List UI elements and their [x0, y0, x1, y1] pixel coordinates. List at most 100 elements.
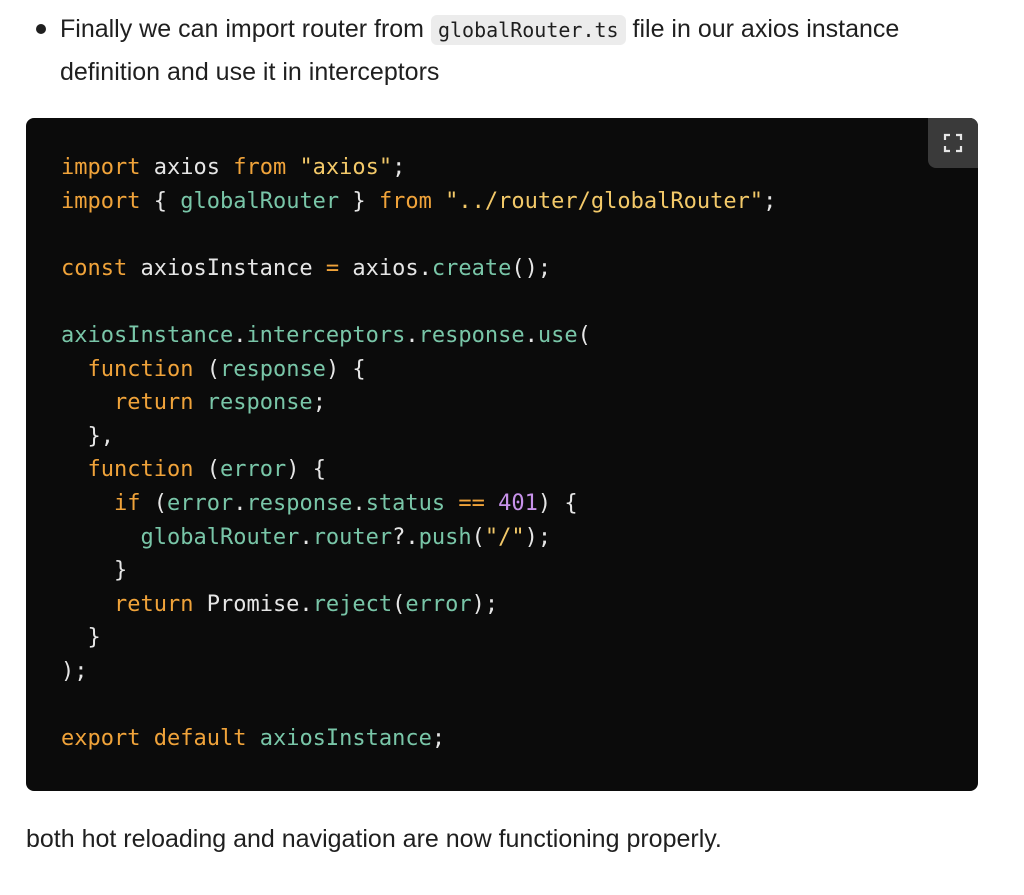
- code-token: function: [87, 457, 194, 483]
- code-line: if (error.response.status == 401) {: [61, 487, 776, 521]
- code-token: (: [392, 591, 406, 617]
- code-token: }: [61, 625, 101, 651]
- code-token: status: [365, 490, 446, 516]
- code-token: }: [339, 188, 379, 214]
- code-line: return Promise.reject(error);: [61, 588, 776, 622]
- code-token: axiosInstance: [61, 322, 234, 348]
- expand-button[interactable]: [928, 118, 978, 168]
- code-token: error: [219, 457, 287, 483]
- code-token: Promise.: [193, 591, 313, 617]
- code-token: globalRouter: [180, 188, 340, 214]
- bullet-text-before: Finally we can import router from: [60, 15, 431, 43]
- code-token: .: [233, 490, 247, 516]
- code-token: from: [378, 188, 432, 214]
- code-token: return: [113, 390, 194, 416]
- code-token: .: [299, 524, 313, 550]
- inline-code: globalRouter.ts: [430, 15, 626, 45]
- code-line: },: [61, 420, 776, 454]
- bullet-text: Finally we can import router from global…: [60, 8, 936, 93]
- code-token: (: [140, 490, 167, 516]
- code-token: ) {: [325, 356, 366, 382]
- code-token: ;: [392, 155, 406, 180]
- code-token: router: [312, 524, 393, 550]
- code-line: function (error) {: [61, 453, 776, 487]
- code-block: import axios from "axios"; import { globa…: [26, 118, 978, 791]
- code-token: .: [405, 322, 419, 348]
- bullet-list-item: Finally we can import router from global…: [36, 8, 936, 93]
- code-token: axios.: [339, 255, 432, 281]
- code-token: ;: [763, 188, 777, 214]
- code-token: export: [61, 726, 141, 752]
- code-line: axiosInstance.interceptors.response.use(: [61, 319, 776, 353]
- code-token: response: [418, 322, 525, 348]
- code-line: }: [61, 621, 776, 655]
- bullet-icon: [36, 24, 46, 34]
- code-token: }: [61, 558, 128, 584]
- code-line: import { globalRouter } from "../router/…: [61, 185, 776, 219]
- code-token: ;: [312, 390, 326, 416]
- code-line: const axiosInstance = axios.create();: [61, 252, 776, 286]
- code-token: response: [246, 490, 353, 516]
- code-token: (: [471, 524, 485, 550]
- code-token: interceptors: [246, 322, 406, 348]
- code-token: ==: [458, 490, 485, 516]
- code-token: "/": [484, 524, 525, 550]
- code-token: .: [524, 322, 538, 348]
- code-token: (: [193, 457, 220, 483]
- code-token: error: [166, 490, 234, 516]
- code-token: "axios": [299, 155, 393, 180]
- code-token: default: [153, 726, 247, 752]
- code-token: (: [193, 356, 220, 382]
- code-line: function (response) {: [61, 353, 776, 387]
- code-token: ) {: [537, 490, 578, 516]
- code-token: if: [113, 490, 141, 516]
- code-content: import axios from "axios"; import { globa…: [61, 151, 776, 756]
- code-token: =: [325, 255, 340, 281]
- code-token: error: [405, 591, 472, 617]
- code-token: from: [233, 155, 287, 180]
- code-token: globalRouter: [140, 524, 300, 550]
- code-line: return response;: [61, 386, 776, 420]
- code-token: .: [352, 490, 366, 516]
- code-token: reject: [312, 591, 393, 617]
- code-token: );: [524, 524, 552, 550]
- code-token: ?.: [392, 524, 419, 550]
- code-token: const: [61, 255, 128, 281]
- code-token: axiosInstance: [127, 255, 326, 281]
- code-token: },: [61, 423, 114, 449]
- code-token: import: [61, 155, 141, 180]
- code-token: function: [87, 356, 194, 382]
- code-token: ;: [431, 726, 446, 752]
- code-token: response: [206, 390, 313, 416]
- code-token: (: [577, 322, 591, 348]
- code-token: ();: [511, 255, 552, 281]
- code-token: );: [61, 658, 88, 684]
- code-line: export default axiosInstance;: [61, 722, 776, 756]
- code-token: axios: [140, 155, 234, 180]
- code-token: ) {: [286, 457, 326, 483]
- code-token: create: [431, 255, 512, 281]
- code-line: );: [61, 655, 776, 689]
- code-token: "../router/globalRouter": [445, 188, 764, 214]
- code-token: return: [113, 591, 194, 617]
- code-line: import axios from "axios";: [61, 151, 776, 185]
- code-token: push: [418, 524, 472, 550]
- code-token: import: [61, 188, 141, 214]
- code-token: use: [537, 322, 578, 348]
